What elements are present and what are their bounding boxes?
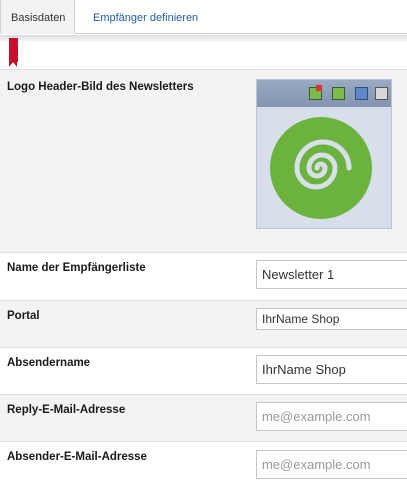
logo-preview[interactable] xyxy=(261,111,387,226)
portal-select[interactable]: IhrName Shop xyxy=(256,308,407,330)
reply-email-label: Reply-E-Mail-Adresse xyxy=(7,404,126,416)
list-name-input[interactable]: Newsletter 1 xyxy=(256,260,407,289)
logo-toolbar xyxy=(257,80,391,107)
bookmark-icon xyxy=(9,38,18,67)
save-icon[interactable] xyxy=(355,87,368,100)
reply-email-input[interactable]: me@example.com xyxy=(256,402,407,431)
logo-image-editor xyxy=(256,79,392,229)
settings-icon[interactable] xyxy=(375,87,388,100)
delete-image-icon[interactable] xyxy=(309,85,322,100)
tab-bar: Basisdaten Empfänger definieren xyxy=(0,0,407,34)
sender-email-label: Absender-E-Mail-Adresse xyxy=(7,451,147,463)
image-icon[interactable] xyxy=(332,87,345,100)
sender-name-label: Absendername xyxy=(7,357,91,369)
tab-basisdaten[interactable]: Basisdaten xyxy=(0,0,75,34)
logo-label: Logo Header-Bild des Newsletters xyxy=(7,81,194,93)
tab-empfaenger-definieren[interactable]: Empfänger definieren xyxy=(83,0,208,34)
sender-email-input[interactable]: me@example.com xyxy=(256,450,407,479)
list-name-label: Name der Empfängerliste xyxy=(7,262,146,274)
portal-label: Portal xyxy=(7,310,40,322)
spiral-logo-icon xyxy=(270,117,372,219)
tab-shadow-divider xyxy=(0,35,407,43)
sender-name-input[interactable]: IhrName Shop xyxy=(256,355,407,384)
